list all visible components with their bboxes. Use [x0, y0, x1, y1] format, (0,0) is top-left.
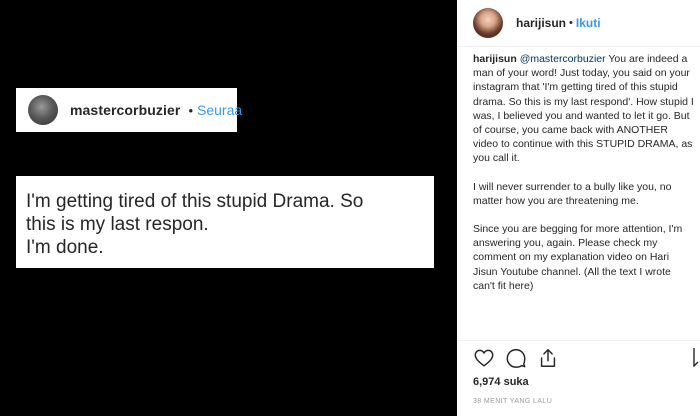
follow-button[interactable]: Ikuti — [576, 16, 601, 30]
embedded-follow-link: Seuraa — [197, 102, 243, 118]
caption-text: You are indeed a man of your word! Just … — [473, 53, 694, 165]
post-caption: harijisun @mastercorbuzier You are indee… — [473, 52, 695, 307]
bookmark-icon[interactable] — [693, 347, 699, 368]
embedded-avatar — [28, 95, 58, 125]
caption-paragraph: harijisun @mastercorbuzier You are indee… — [473, 52, 695, 166]
header-separator: • — [569, 17, 573, 29]
author-username-link[interactable]: harijisun — [516, 16, 566, 30]
embedded-separator: • — [188, 102, 193, 118]
post-side-panel: harijisun • Ikuti harijisun @mastercorbu… — [457, 0, 700, 416]
like-count[interactable]: 6,974 suka — [473, 376, 529, 388]
post-header: harijisun • Ikuti — [457, 0, 700, 46]
embedded-post-text: I'm getting tired of this stupid Drama. … — [16, 176, 434, 268]
embedded-username: mastercorbuzier — [70, 102, 181, 118]
post-media[interactable]: mastercorbuzier • Seuraa I'm getting tir… — [0, 0, 457, 416]
caption-author-link[interactable]: harijisun — [473, 53, 517, 65]
caption-paragraph: I will never surrender to a bully like y… — [473, 180, 672, 207]
embedded-text-line: I'm getting tired of this stupid Drama. … — [26, 191, 364, 212]
action-bar — [473, 345, 699, 371]
embedded-post-header: mastercorbuzier • Seuraa — [16, 88, 242, 132]
avatar[interactable] — [473, 8, 503, 38]
mention-link[interactable]: @mastercorbuzier — [520, 53, 606, 65]
embedded-text-line: I'm done. — [26, 237, 104, 258]
actions-divider — [457, 340, 700, 341]
caption-paragraph: Since you are begging for more attention… — [473, 223, 683, 292]
share-icon[interactable] — [537, 347, 559, 369]
post-timestamp: 38 MENIT YANG LALU — [473, 398, 553, 405]
comment-icon[interactable] — [505, 347, 527, 369]
heart-icon[interactable] — [473, 347, 495, 369]
header-divider — [457, 46, 700, 47]
embedded-text-line: this is my last respon. — [26, 214, 209, 235]
